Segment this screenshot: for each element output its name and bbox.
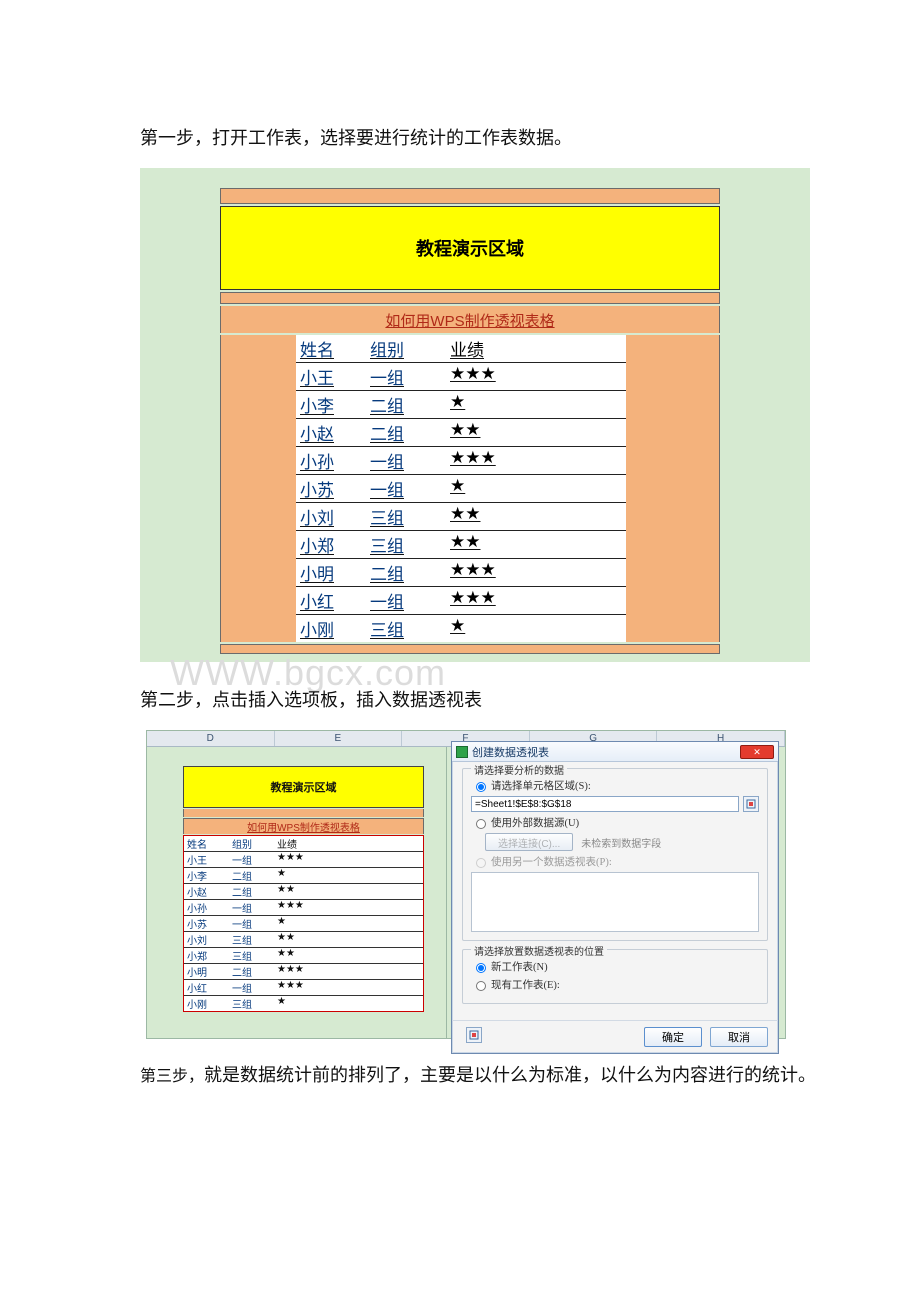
dialog-title: 创建数据透视表: [472, 744, 549, 760]
group-analyze-label: 请选择要分析的数据: [471, 762, 567, 777]
label-select-range: 请选择单元格区域(S):: [491, 778, 591, 793]
group-location-label: 请选择放置数据透视表的位置: [471, 943, 607, 958]
create-pivot-dialog: 创建数据透视表 ✕ 请选择要分析的数据 请选择单元格区域(S):: [451, 741, 779, 1054]
radio-select-range[interactable]: [476, 782, 486, 792]
col-header-group: 组别: [366, 335, 446, 362]
step-3-text: 第三步，就是数据统计前的排列了，主要是以什么为标准，以什么为内容进行的统计。: [140, 1057, 880, 1093]
col-e: E: [275, 731, 403, 746]
label-existing-sheet: 现有工作表(E):: [491, 977, 560, 992]
selected-range[interactable]: 姓名组别业绩 小王一组★★★ 小李二组★ 小赵二组★★ 小孙一组★★★ 小苏一组…: [183, 835, 424, 1012]
pivot-list[interactable]: [471, 872, 759, 932]
table-row: 小孙一组★★★: [296, 447, 626, 475]
col-header-name: 姓名: [296, 335, 366, 362]
table-row: 小赵二组★★: [296, 419, 626, 447]
ok-button[interactable]: 确定: [644, 1027, 702, 1047]
step-3-body: 就是数据统计前的排列了，主要是以什么为标准，以什么为内容进行的统计。: [204, 1065, 816, 1085]
col-d: D: [147, 731, 275, 746]
radio-existing-sheet[interactable]: [476, 981, 486, 991]
label-new-sheet: 新工作表(N): [491, 959, 548, 974]
table-row: 小明二组★★★: [296, 559, 626, 587]
radio-external[interactable]: [476, 819, 486, 829]
range-input[interactable]: [471, 796, 739, 812]
choose-connection-button[interactable]: 选择连接(C)...: [485, 833, 573, 851]
connection-note: 未检索到数据字段: [581, 835, 661, 850]
screenshot-1: 教程演示区域 如何用WPS制作透视表格 姓名 组别 业绩 小王一组★★★ 小: [140, 168, 810, 662]
demo-banner: 教程演示区域: [220, 206, 720, 290]
cancel-button[interactable]: 取消: [710, 1027, 768, 1047]
sheet-title: 如何用WPS制作透视表格: [220, 306, 720, 333]
step-3-prefix: 第三步，: [140, 1068, 204, 1085]
label-another-pivot: 使用另一个数据透视表(P):: [491, 854, 612, 869]
range-picker-button[interactable]: [743, 796, 759, 812]
close-button[interactable]: ✕: [740, 745, 774, 759]
data-table: 姓名 组别 业绩 小王一组★★★ 小李二组★ 小赵二组★★ 小孙一组★★★ 小苏…: [296, 335, 626, 642]
table-row: 小红一组★★★: [296, 587, 626, 615]
label-external: 使用外部数据源(U): [491, 815, 579, 830]
radio-new-sheet[interactable]: [476, 963, 486, 973]
table-row: 小王一组★★★: [296, 363, 626, 391]
col-header-perf: 业绩: [446, 335, 626, 362]
table-row: 小刚三组★: [296, 615, 626, 642]
screenshot-2: D E F G H 教程演示区域 如何用WPS制作透视表格 姓名组别业绩 小王一…: [146, 730, 786, 1039]
step-1-text: 第一步，打开工作表，选择要进行统计的工作表数据。: [140, 120, 880, 156]
location-picker-button[interactable]: [466, 1027, 482, 1043]
table-row: 小郑三组★★: [296, 531, 626, 559]
step-2-text: 第二步，点击插入选项板，插入数据透视表: [140, 682, 880, 718]
table-row: 小苏一组★: [296, 475, 626, 503]
radio-another-pivot[interactable]: [476, 858, 486, 868]
table-row: 小刘三组★★: [296, 503, 626, 531]
demo-banner-small: 教程演示区域: [183, 766, 424, 808]
sheet-title-small: 如何用WPS制作透视表格: [183, 818, 424, 834]
app-icon: [456, 746, 468, 758]
table-row: 小李二组★: [296, 391, 626, 419]
